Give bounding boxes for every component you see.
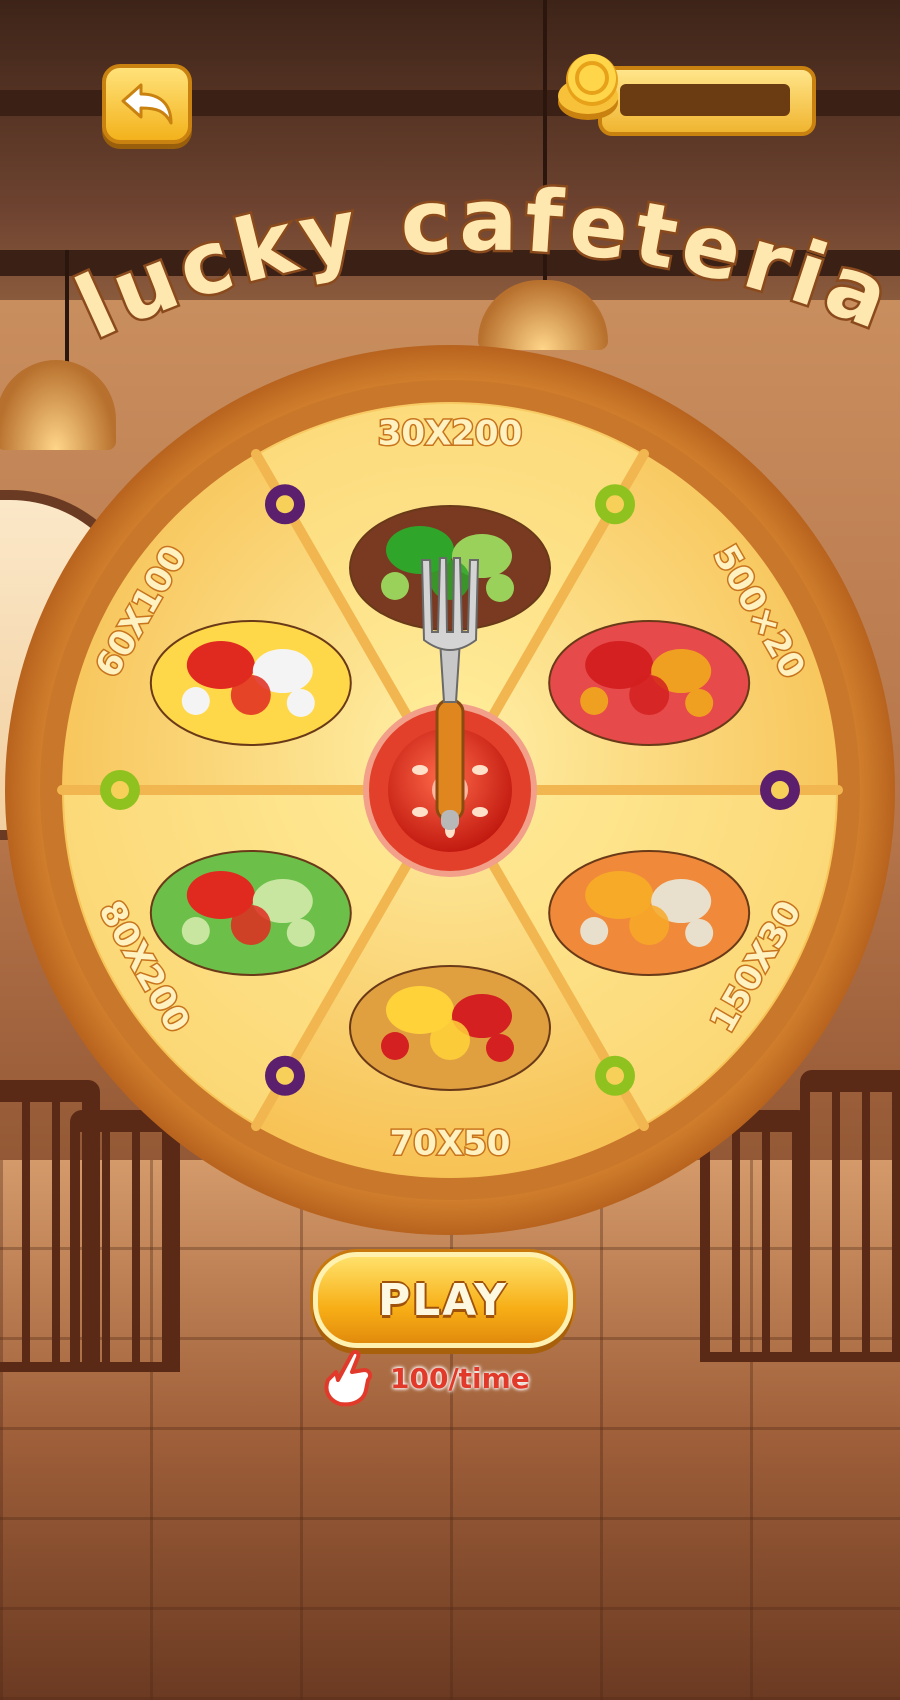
olive-icon: [760, 770, 800, 810]
segment-food-6: [149, 620, 352, 746]
prize-wheel[interactable]: 30X200500×20150X3070X5080X20060X100: [0, 340, 900, 1240]
spin-cost: 100/time: [318, 1346, 578, 1410]
segment-food-1: [349, 505, 551, 631]
olive-icon: [595, 484, 635, 525]
segment-food-4: [349, 965, 551, 1091]
play-button[interactable]: PLAY: [313, 1252, 573, 1348]
back-button[interactable]: [102, 64, 192, 144]
olive-icon: [595, 1055, 635, 1096]
prize-label: 70X50: [390, 1124, 511, 1164]
coin-balance-value: [620, 84, 790, 116]
gold-coins-icon: [558, 54, 618, 120]
play-button-label: PLAY: [378, 1274, 508, 1326]
olive-icon: [100, 770, 140, 810]
olive-icon: [265, 484, 305, 525]
segment-food-5: [149, 850, 352, 976]
back-arrow-icon: [121, 83, 173, 125]
coin-balance-bar: [548, 54, 816, 136]
prize-label: 30X200: [378, 414, 523, 454]
segment-food-3: [548, 850, 751, 976]
segment-food-2: [548, 620, 751, 746]
title-text: lucky cafeteria: [60, 168, 900, 361]
spin-cost-text: 100/time: [390, 1361, 530, 1395]
olive-icon: [265, 1055, 305, 1096]
tap-hand-icon: [324, 1349, 373, 1407]
svg-text:lucky cafeteria: lucky cafeteria: [62, 170, 900, 358]
